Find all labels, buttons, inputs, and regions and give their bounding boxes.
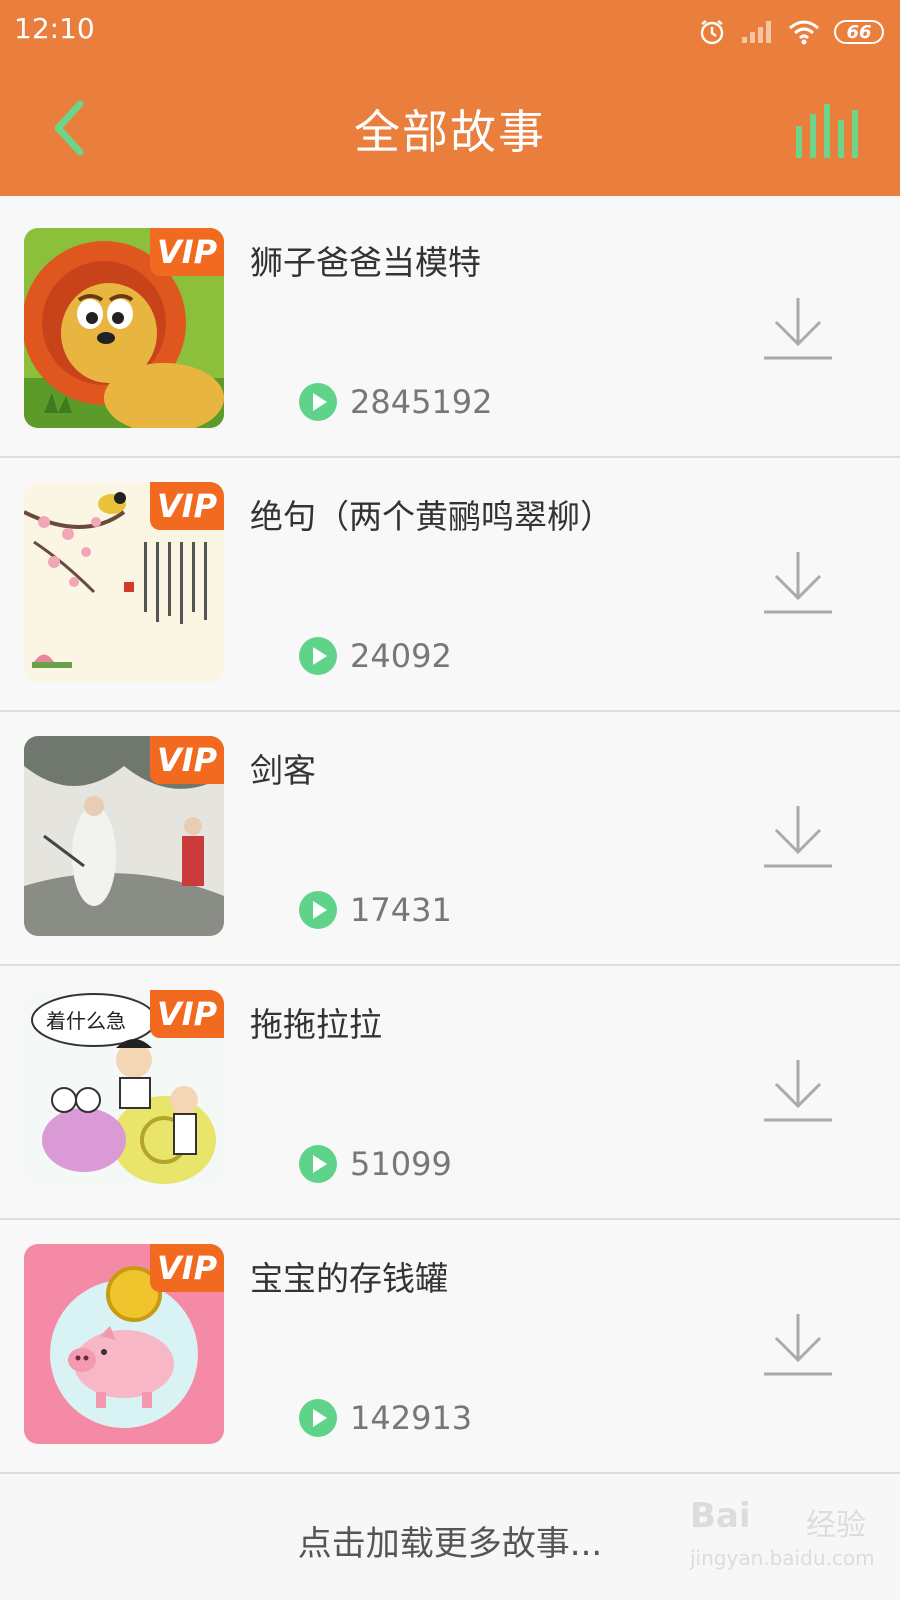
download-icon[interactable]: [764, 1312, 832, 1378]
play-count: 17431: [350, 891, 452, 929]
story-thumbnail-piggy-bank: VIP: [24, 1244, 224, 1444]
download-icon[interactable]: [764, 296, 832, 362]
story-thumbnail-snail: 着什么急 VIP: [24, 990, 224, 1190]
story-thumbnail-swordsman: VIP: [24, 736, 224, 936]
story-item[interactable]: VIP 剑客 17431: [0, 712, 900, 966]
story-title: 绝句（两个黄鹂鸣翠柳）: [250, 497, 613, 536]
playing-bars-icon[interactable]: [796, 100, 862, 160]
download-icon[interactable]: [764, 550, 832, 616]
watermark-brand: Bai: [690, 1496, 751, 1536]
play-count-row: 51099: [298, 1144, 452, 1184]
vip-badge: VIP: [150, 990, 224, 1038]
story-list: VIP 狮子爸爸当模特 2845192 VIP 绝句（两个黄鹂鸣翠柳） 2409…: [0, 204, 900, 1474]
vip-badge: VIP: [150, 228, 224, 276]
play-count: 24092: [350, 637, 452, 675]
status-time: 12:10: [14, 12, 95, 45]
watermark-brand-suffix: 经验: [806, 1508, 866, 1543]
play-count-row: 2845192: [298, 382, 493, 422]
story-title: 拖拖拉拉: [250, 1005, 382, 1044]
play-count-row: 142913: [298, 1398, 472, 1438]
watermark: Bai 经验 jingyan.baidu.com: [690, 1496, 890, 1586]
download-icon[interactable]: [764, 804, 832, 870]
story-thumbnail-poem: VIP: [24, 482, 224, 682]
story-title: 剑客: [250, 751, 316, 790]
story-title: 宝宝的存钱罐: [250, 1259, 448, 1298]
battery-indicator: 66: [834, 20, 884, 44]
story-item[interactable]: VIP 宝宝的存钱罐 142913: [0, 1220, 900, 1474]
story-item[interactable]: 着什么急 VIP 拖拖拉拉 51099: [0, 966, 900, 1220]
story-title: 狮子爸爸当模特: [250, 243, 481, 282]
play-count: 51099: [350, 1145, 452, 1183]
play-icon: [299, 891, 337, 929]
vip-badge: VIP: [150, 482, 224, 530]
speech-bubble-text: 着什么急: [46, 1009, 126, 1033]
play-icon: [299, 1399, 337, 1437]
download-icon[interactable]: [764, 1058, 832, 1124]
play-icon: [299, 383, 337, 421]
status-icons: 66: [698, 14, 884, 50]
play-count-row: 17431: [298, 890, 452, 930]
page-title: 全部故事: [354, 105, 546, 159]
play-icon: [299, 1145, 337, 1183]
watermark-url: jingyan.baidu.com: [690, 1546, 875, 1570]
vip-badge: VIP: [150, 736, 224, 784]
app-header: 12:10 66 全部故事: [0, 0, 900, 196]
story-item[interactable]: VIP 绝句（两个黄鹂鸣翠柳） 24092: [0, 458, 900, 712]
play-count: 142913: [350, 1399, 473, 1437]
story-thumbnail-lion: VIP: [24, 228, 224, 428]
story-item[interactable]: VIP 狮子爸爸当模特 2845192: [0, 204, 900, 572]
status-bar: 12:10 66: [0, 0, 900, 64]
signal-icon: [742, 21, 771, 43]
play-count-row: 24092: [298, 636, 452, 676]
play-count: 2845192: [350, 383, 493, 421]
alarm-icon: [700, 20, 724, 45]
wifi-icon: [789, 20, 819, 45]
vip-badge: VIP: [150, 1244, 224, 1292]
play-icon: [299, 637, 337, 675]
